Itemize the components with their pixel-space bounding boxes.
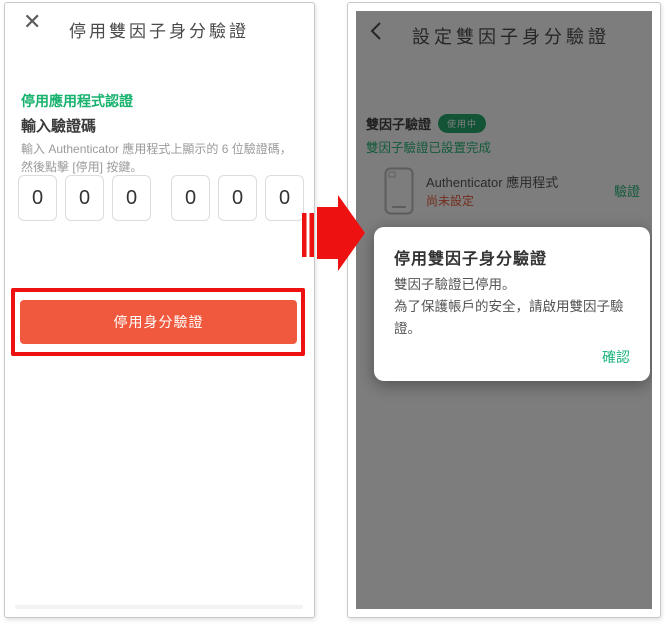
- verification-code-inputs: 0 0 0 0 0 0: [18, 175, 312, 221]
- section-title: 停用應用程式認證: [21, 93, 133, 109]
- code-helper-text: 輸入 Authenticator 應用程式上顯示的 6 位驗證碼， 然後點擊 […: [21, 140, 292, 176]
- left-page-title: 停用雙因子身分驗證: [69, 22, 249, 41]
- left-phone-screenshot: ✕ 停用雙因子身分驗證 停用應用程式認證 輸入驗證碼 輸入 Authentica…: [4, 2, 315, 618]
- code-digit-input-5[interactable]: 0: [218, 175, 257, 221]
- code-digit-input-3[interactable]: 0: [112, 175, 151, 221]
- disable-confirmation-dialog: 停用雙因子身分驗證 雙因子驗證已停用。 為了保護帳戶的安全，請啟用雙因子驗證。 …: [374, 227, 650, 381]
- tutorial-figure: ✕ 停用雙因子身分驗證 停用應用程式認證 輸入驗證碼 輸入 Authentica…: [0, 0, 668, 626]
- code-digit-input-4[interactable]: 0: [171, 175, 210, 221]
- dialog-body: 雙因子驗證已停用。 為了保護帳戶的安全，請啟用雙因子驗證。: [394, 274, 634, 340]
- right-phone-screenshot: 設定雙因子身分驗證 雙因子驗證 使用中 雙因子驗證已設置完成 Authentic…: [347, 2, 661, 618]
- helper-line-2: 然後點擊 [停用] 按鍵。: [21, 160, 143, 174]
- right-screen-content: 設定雙因子身分驗證 雙因子驗證 使用中 雙因子驗證已設置完成 Authentic…: [356, 11, 652, 609]
- code-digit-input-2[interactable]: 0: [65, 175, 104, 221]
- helper-line-1: 輸入 Authenticator 應用程式上顯示的 6 位驗證碼，: [21, 142, 292, 156]
- code-input-label: 輸入驗證碼: [21, 118, 97, 135]
- striped-right-arrow-icon: [302, 193, 366, 273]
- close-icon[interactable]: ✕: [23, 11, 41, 33]
- home-indicator: [15, 605, 303, 609]
- dialog-body-line-1: 雙因子驗證已停用。: [394, 277, 516, 292]
- dialog-body-line-2: 為了保護帳戶的安全，請啟用雙因子驗證。: [394, 299, 624, 336]
- code-digit-input-1[interactable]: 0: [18, 175, 57, 221]
- dialog-title: 停用雙因子身分驗證: [394, 251, 548, 268]
- disable-verification-button[interactable]: 停用身分驗證: [20, 300, 297, 344]
- confirm-button[interactable]: 確認: [602, 347, 630, 367]
- code-digit-input-6[interactable]: 0: [265, 175, 304, 221]
